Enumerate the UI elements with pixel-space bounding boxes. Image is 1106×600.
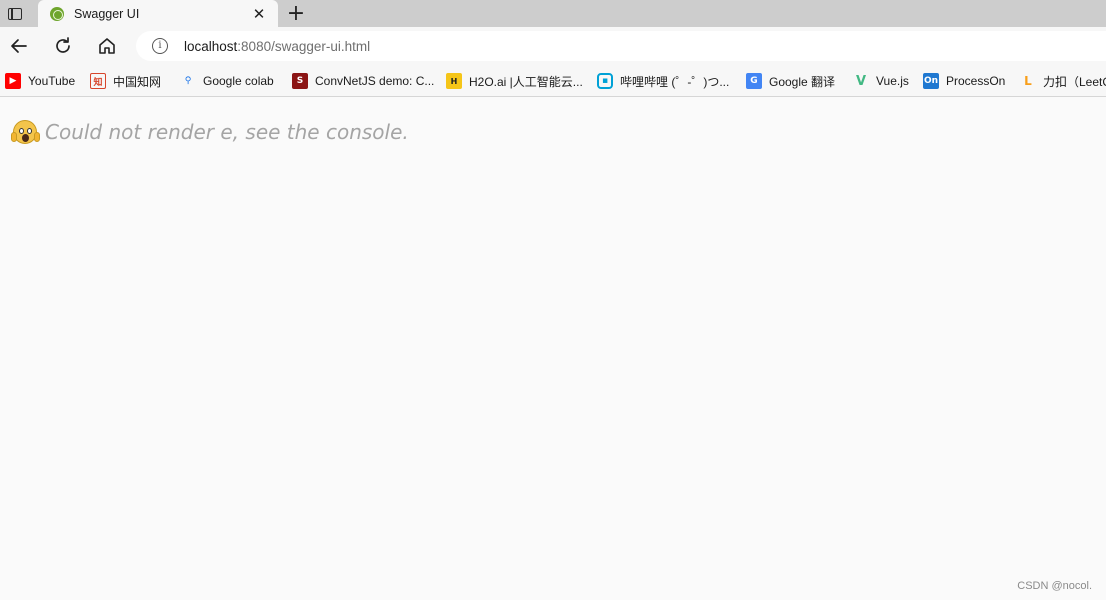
google-translate-icon: G <box>746 73 762 89</box>
youtube-icon: ▶ <box>5 73 21 89</box>
close-icon[interactable]: ✕ <box>248 3 270 25</box>
bookmarks-bar: ▶ YouTube 知中国知网 ⚲ Google colab S ConvNetJS dem… <box>0 65 1106 97</box>
bookmark-item[interactable]: G Google 翻译 <box>746 71 835 91</box>
screaming-face-icon <box>11 120 40 144</box>
bookmark-item[interactable]: L 力扣（LeetC <box>1020 71 1106 91</box>
home-button[interactable] <box>92 31 122 61</box>
url-path: :8080/swagger-ui.html <box>237 38 371 54</box>
bookmark-label: 中国知网 <box>113 74 162 89</box>
url-host: localhost <box>184 38 238 54</box>
new-tab-button[interactable]: + <box>283 0 309 27</box>
bookmark-item[interactable]: 知中国知网 <box>90 71 161 91</box>
bookmark-label: ProcessOn <box>946 74 1006 88</box>
back-button[interactable] <box>4 31 34 61</box>
home-icon <box>99 38 115 54</box>
browser-toolbar: i localhost:8080/swagger-ui.html <box>0 27 1106 65</box>
refresh-icon <box>56 37 70 53</box>
back-arrow-icon <box>11 39 27 53</box>
bookmark-item[interactable]: On ProcessOn <box>923 71 1005 91</box>
bookmark-label: Google 翻译 <box>769 74 836 89</box>
bookmark-label: Google colab <box>203 74 274 88</box>
bilibili-icon: ▪ <box>597 73 613 89</box>
bookmark-label: ConvNetJS demo: C... <box>315 74 435 88</box>
tab-strip: Swagger UI ✕ + <box>0 0 1106 27</box>
refresh-button[interactable] <box>48 31 78 61</box>
bookmark-item[interactable]: ⚲ Google colab <box>180 71 274 91</box>
bookmark-item[interactable]: ▶ YouTube <box>5 71 75 91</box>
page-content: Could not render e, see the console. CSD… <box>0 98 1106 600</box>
bookmark-item[interactable]: ▪ 哔哩哔哩 (゜-゜)つ... <box>597 71 729 91</box>
h2o-icon: H <box>446 73 462 89</box>
bookmark-label: YouTube <box>28 74 76 88</box>
error-text: Could not render e, see the console. <box>45 120 409 144</box>
swagger-favicon-icon <box>50 6 64 21</box>
watermark: CSDN @nocol. <box>1017 580 1092 592</box>
bookmark-label: H2O.ai |人工智能云... <box>469 74 583 89</box>
bookmark-label: 哔哩哔哩 (゜-゜)つ... <box>620 74 730 89</box>
tab-actions-icon[interactable] <box>0 0 30 27</box>
address-bar[interactable]: i localhost:8080/swagger-ui.html <box>136 31 1106 61</box>
url-text[interactable]: localhost:8080/swagger-ui.html <box>184 39 370 54</box>
bookmark-item[interactable]: V Vue.js <box>853 71 909 91</box>
error-message: Could not render e, see the console. <box>11 120 409 144</box>
vue-icon: V <box>855 73 867 89</box>
bookmark-item[interactable]: H H2O.ai |人工智能云... <box>446 71 583 91</box>
bookmark-item[interactable]: S ConvNetJS demo: C... <box>292 71 434 91</box>
stanford-icon: S <box>292 73 308 89</box>
cnki-icon: 知 <box>90 73 106 89</box>
processon-icon: On <box>923 73 939 89</box>
bookmark-label: Vue.js <box>876 74 909 88</box>
bookmark-label: 力扣（LeetC <box>1043 74 1106 89</box>
tab-title: Swagger UI <box>74 6 140 21</box>
search-icon: ⚲ <box>184 76 192 86</box>
leetcode-icon: L <box>1024 74 1032 88</box>
tab-swagger-ui[interactable]: Swagger UI ✕ <box>38 0 278 27</box>
site-info-icon[interactable]: i <box>152 38 168 54</box>
